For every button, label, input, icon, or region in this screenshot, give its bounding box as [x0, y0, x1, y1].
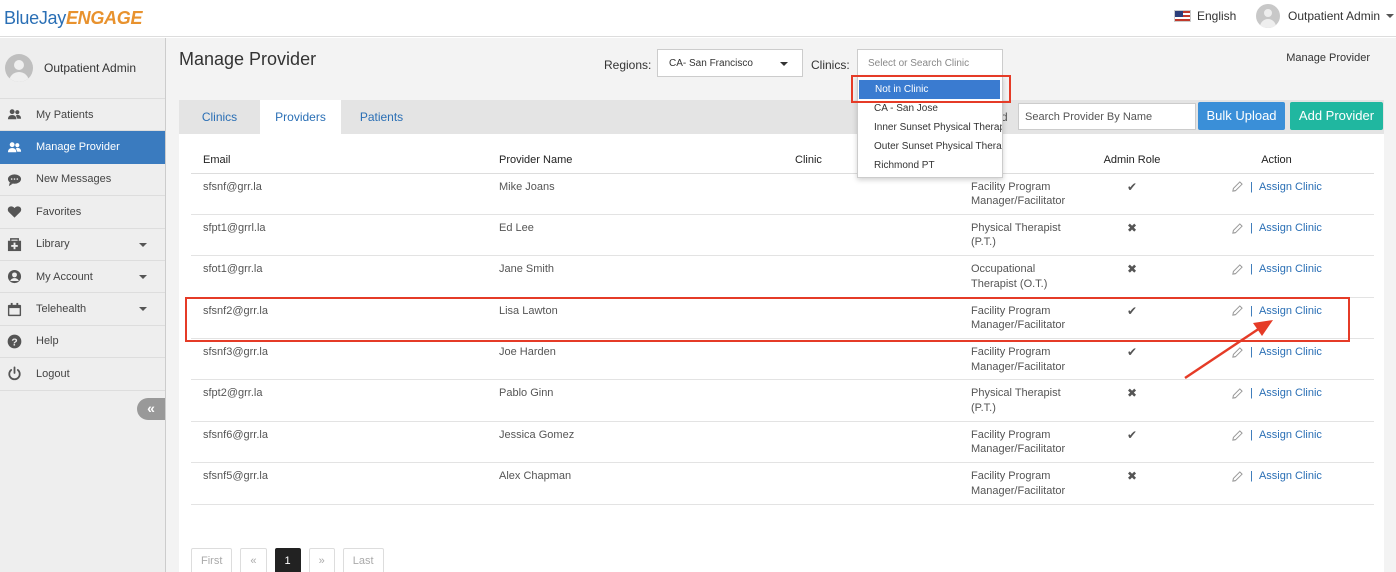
annotation-arrowhead: [1253, 320, 1273, 336]
annotation-arrow: [1184, 324, 1264, 380]
annotation-arrow-layer: [1184, 320, 1273, 380]
